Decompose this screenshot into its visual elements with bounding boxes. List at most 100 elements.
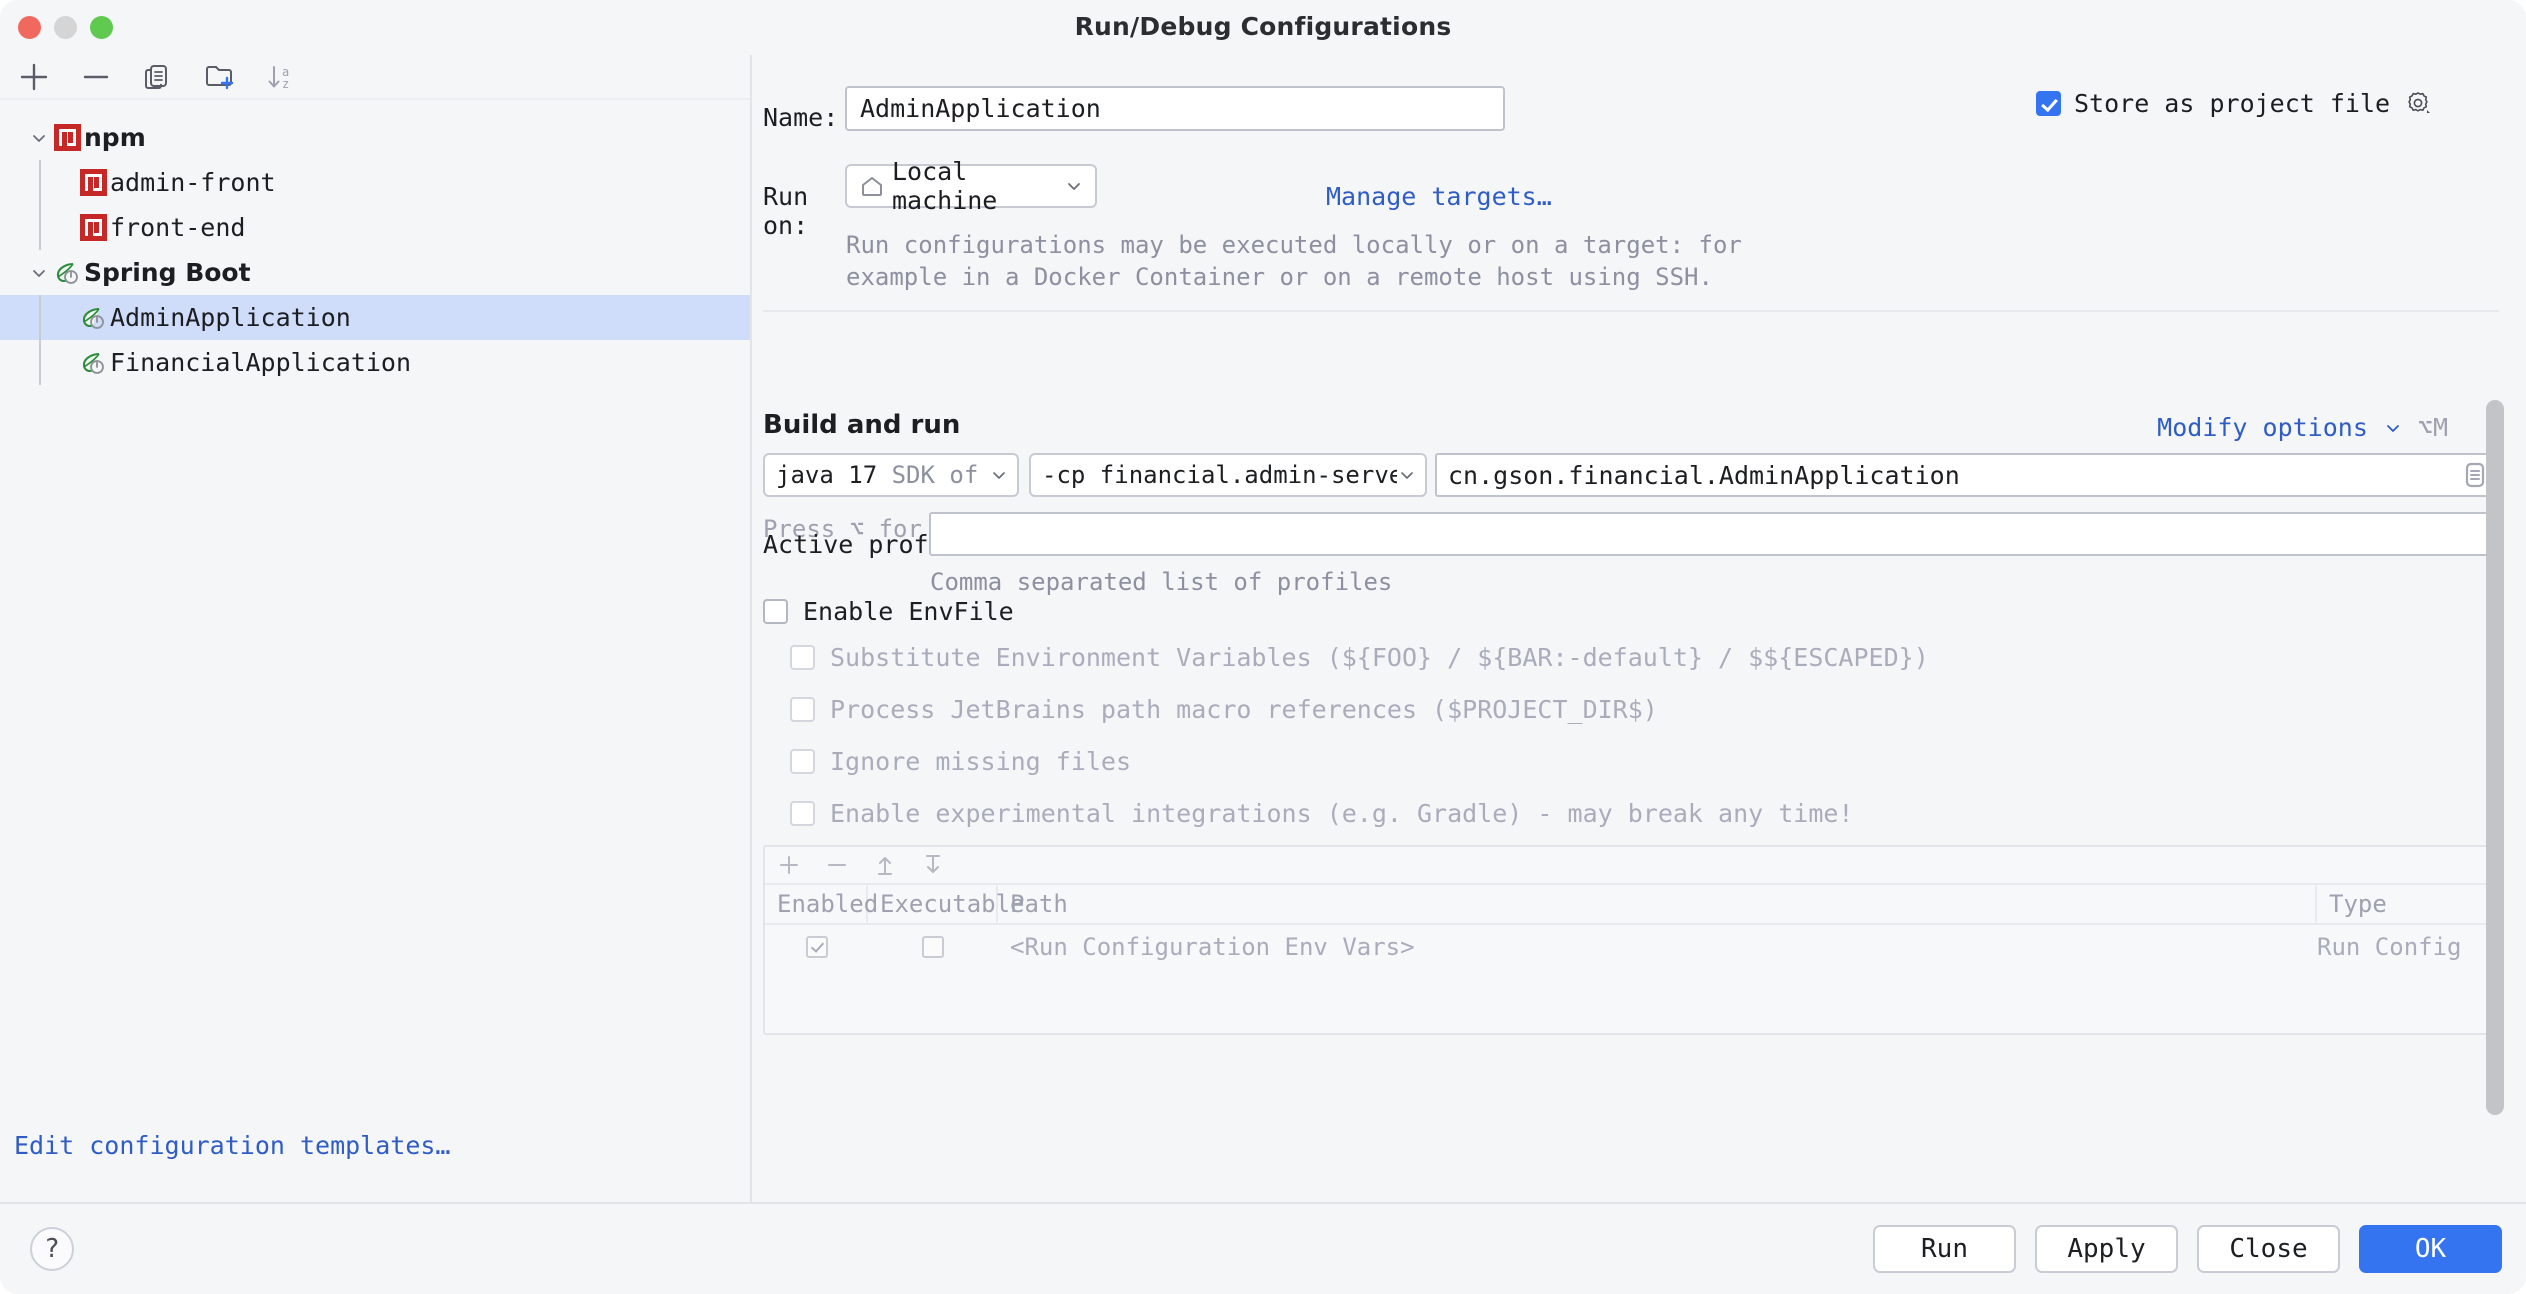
process-path-macros-label: Process JetBrains path macro references … — [830, 695, 1658, 724]
copy-configuration-button[interactable] — [138, 59, 178, 95]
section-divider — [763, 310, 2499, 312]
chevron-down-icon — [2382, 417, 2404, 439]
column-header-type[interactable]: Type — [2317, 885, 2497, 923]
ignore-missing-files-label: Ignore missing files — [830, 747, 1132, 776]
envfile-table-header: Enabled Executable Path Type — [765, 885, 2497, 925]
remove-env-file-button[interactable] — [823, 851, 851, 879]
tree-guide-line — [39, 205, 41, 250]
substitute-env-vars-row: Substitute Environment Variables (${FOO}… — [790, 643, 1929, 672]
move-down-button[interactable] — [919, 851, 947, 879]
run-on-select[interactable]: Local machine — [845, 157, 1097, 215]
tree-guide-line — [39, 160, 41, 205]
store-as-project-file-checkbox[interactable] — [2036, 90, 2061, 116]
main-class-value: cn.gson.financial.AdminApplication — [1448, 460, 1960, 490]
column-header-executable[interactable]: Executable — [868, 885, 1025, 923]
run-debug-configurations-dialog: Run/Debug Configurations a z npm admin-f… — [0, 0, 2526, 1294]
jdk-value: java 17 — [776, 461, 878, 489]
row-type-text: Run Config — [2317, 933, 2462, 961]
npm-icon — [78, 168, 108, 198]
chevron-down-icon — [989, 465, 1009, 485]
modify-options-shortcut: ⌥M — [2417, 413, 2448, 442]
tree-item-label: front-end — [110, 213, 246, 242]
sidebar-toolbar: a z — [0, 55, 750, 100]
new-folder-button[interactable] — [200, 59, 240, 95]
name-input[interactable]: AdminApplication — [845, 86, 1505, 131]
tree-item-admin-application[interactable]: AdminApplication — [0, 295, 750, 340]
store-as-project-file-label: Store as project file — [2074, 88, 2391, 118]
tree-group-spring-boot[interactable]: Spring Boot — [0, 250, 750, 295]
active-profiles-input[interactable] — [929, 512, 2499, 556]
npm-icon — [52, 123, 82, 153]
run-on-value: Local machine — [892, 157, 998, 215]
window-title: Run/Debug Configurations — [1074, 12, 1452, 41]
chevron-down-icon — [1063, 175, 1085, 197]
jdk-value-detail: SDK of 'financ — [891, 461, 989, 489]
row-executable-checkbox[interactable] — [922, 936, 944, 958]
ignore-missing-files-checkbox[interactable] — [790, 749, 815, 774]
tree-item-label: AdminApplication — [110, 303, 351, 332]
row-enabled-checkbox[interactable] — [805, 936, 828, 958]
store-as-project-file-row: Store as project file — [2036, 88, 2433, 118]
process-path-macros-row: Process JetBrains path macro references … — [790, 695, 1658, 724]
experimental-integrations-checkbox[interactable] — [790, 801, 815, 826]
substitute-env-vars-checkbox[interactable] — [790, 645, 815, 670]
column-header-path[interactable]: Path — [998, 885, 2317, 923]
modify-options-button[interactable]: Modify options ⌥M — [2157, 413, 2448, 442]
tree-item-financial-application[interactable]: FinancialApplication — [0, 340, 750, 385]
gear-icon[interactable] — [2403, 88, 2433, 118]
dialog-buttons: Run Apply Close OK — [1873, 1225, 2502, 1273]
row-path-text: <Run Configuration Env Vars> — [1010, 933, 1415, 961]
row-enabled-cell — [765, 925, 868, 969]
enable-envfile-checkbox[interactable] — [763, 599, 788, 624]
tree-item-admin-front[interactable]: admin-front — [0, 160, 750, 205]
active-profiles-hint: Comma separated list of profiles — [930, 568, 1393, 596]
sort-configurations-button[interactable]: a z — [262, 59, 302, 95]
classpath-select[interactable]: -cp financial.admin-server.main — [1029, 453, 1427, 497]
add-configuration-button[interactable] — [14, 59, 54, 95]
apply-button[interactable]: Apply — [2035, 1225, 2178, 1273]
table-row[interactable]: <Run Configuration Env Vars> Run Config — [765, 925, 2497, 969]
close-button[interactable]: Close — [2197, 1225, 2340, 1273]
main-class-input[interactable]: cn.gson.financial.AdminApplication — [1435, 453, 2499, 497]
chevron-down-icon[interactable] — [26, 260, 52, 286]
vertical-scrollbar[interactable] — [2486, 400, 2504, 1115]
tree-item-front-end[interactable]: front-end — [0, 205, 750, 250]
column-header-enabled[interactable]: Enabled — [765, 885, 878, 923]
configurations-sidebar: a z npm admin-front front-end Spring Boo… — [0, 55, 752, 1204]
tree-item-label: npm — [84, 123, 146, 152]
spring-boot-icon — [78, 303, 108, 333]
tree-item-label: Spring Boot — [84, 258, 251, 287]
tree-guide-line — [39, 295, 41, 340]
run-on-label: Run on: — [763, 182, 809, 240]
ok-button[interactable]: OK — [2359, 1225, 2502, 1273]
row-path-cell: <Run Configuration Env Vars> — [998, 925, 2317, 969]
run-on-description: Run configurations may be executed local… — [846, 231, 1742, 291]
move-up-button[interactable] — [871, 851, 899, 879]
add-env-file-button[interactable] — [775, 851, 803, 879]
row-executable-cell — [868, 925, 998, 969]
manage-targets-link[interactable]: Manage targets… — [1326, 182, 1552, 211]
dialog-footer: ? Run Apply Close OK — [0, 1202, 2526, 1294]
npm-icon — [78, 213, 108, 243]
tree-item-label: FinancialApplication — [110, 348, 412, 377]
remove-configuration-button[interactable] — [76, 59, 116, 95]
jdk-select[interactable]: java 17 SDK of 'financ — [763, 453, 1019, 497]
experimental-integrations-label: Enable experimental integrations (e.g. G… — [830, 799, 1854, 828]
row-type-cell: Run Config — [2317, 925, 2497, 969]
help-button[interactable]: ? — [30, 1227, 74, 1271]
edit-configuration-templates-link[interactable]: Edit configuration templates… — [14, 1131, 451, 1160]
ignore-missing-files-row: Ignore missing files — [790, 747, 1131, 776]
chevron-down-icon[interactable] — [26, 125, 52, 151]
configuration-editor-panel: Name: AdminApplication Store as project … — [752, 55, 2526, 1204]
process-path-macros-checkbox[interactable] — [790, 697, 815, 722]
modify-options-label: Modify options — [2157, 413, 2368, 442]
run-button[interactable]: Run — [1873, 1225, 2016, 1273]
envfile-table: Enabled Executable Path Type <Run Config… — [763, 845, 2499, 1035]
home-icon — [859, 173, 885, 199]
experimental-integrations-row: Enable experimental integrations (e.g. G… — [790, 799, 1854, 828]
envfile-table-toolbar — [765, 847, 2497, 885]
tree-item-label: admin-front — [110, 168, 276, 197]
tree-group-npm[interactable]: npm — [0, 115, 750, 160]
spring-boot-icon — [52, 258, 82, 288]
window-titlebar: Run/Debug Configurations — [0, 0, 2526, 55]
